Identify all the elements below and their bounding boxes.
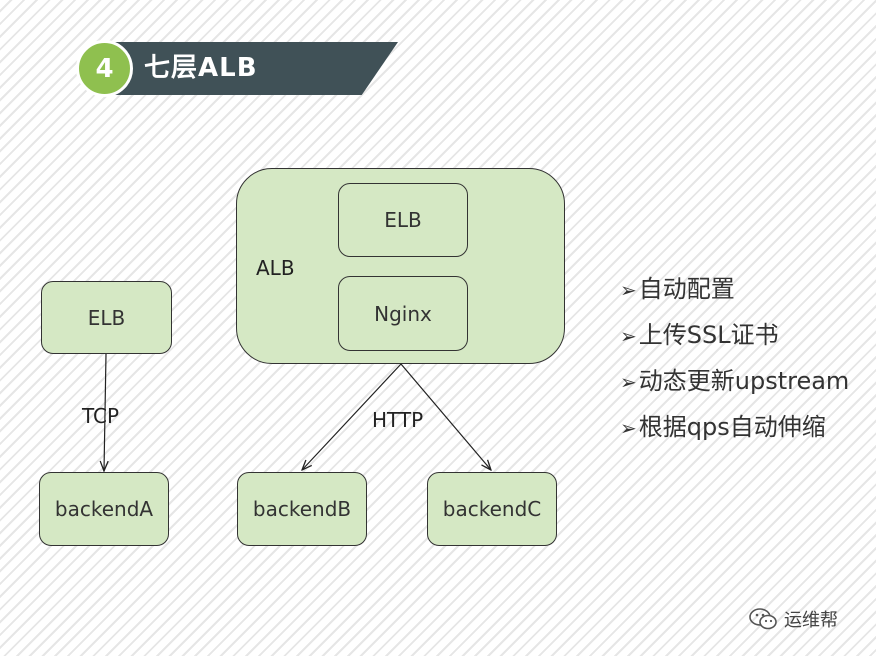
arrow-bullet-icon: ➢ bbox=[620, 416, 637, 440]
tcp-label: TCP bbox=[82, 404, 120, 428]
feature-text: 自动配置 bbox=[638, 275, 735, 303]
arrow-bullet-icon: ➢ bbox=[620, 370, 637, 394]
watermark: 运维帮 bbox=[748, 604, 838, 634]
feature-item: ➢根据qps自动伸缩 bbox=[620, 410, 849, 456]
feature-text: 根据qps自动伸缩 bbox=[638, 413, 826, 441]
arrow-bullet-icon: ➢ bbox=[620, 278, 637, 302]
feature-list: ➢自动配置 ➢上传SSL证书 ➢动态更新upstream ➢根据qps自动伸缩 bbox=[620, 272, 849, 456]
arrow-bullet-icon: ➢ bbox=[620, 324, 637, 348]
feature-text: 上传SSL证书 bbox=[638, 321, 779, 349]
feature-text: 动态更新upstream bbox=[638, 367, 850, 395]
wechat-icon bbox=[749, 608, 777, 630]
feature-item: ➢动态更新upstream bbox=[620, 364, 849, 410]
feature-item: ➢上传SSL证书 bbox=[620, 318, 849, 364]
feature-item: ➢自动配置 bbox=[620, 272, 849, 318]
watermark-text: 运维帮 bbox=[784, 610, 838, 631]
http-label: HTTP bbox=[372, 408, 424, 432]
